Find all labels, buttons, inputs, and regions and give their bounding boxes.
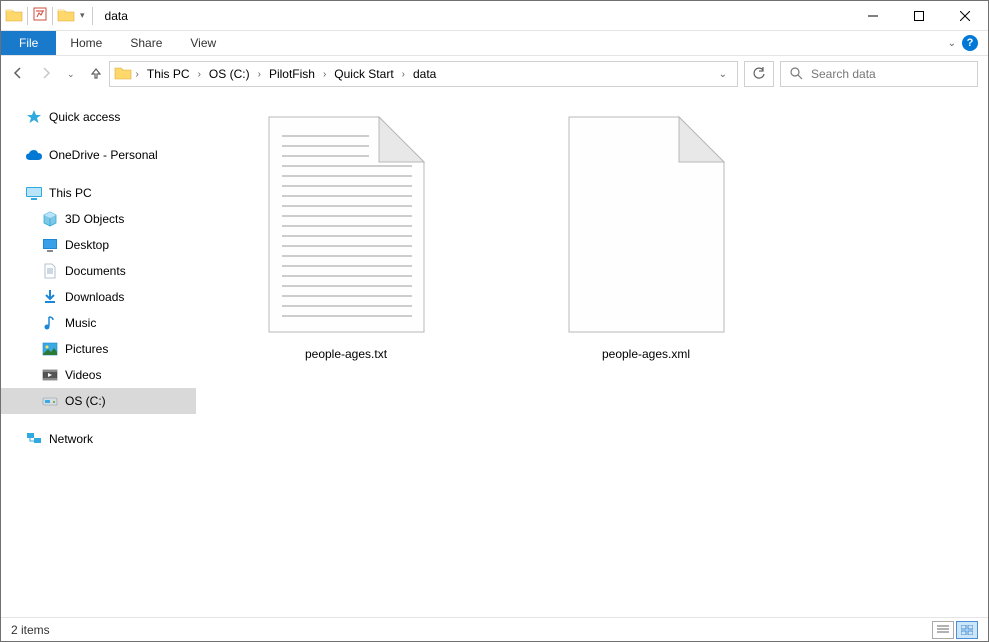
address-bar[interactable]: › This PC › OS (C:) › PilotFish › Quick …: [109, 61, 738, 87]
search-icon: [789, 66, 803, 83]
folder-icon[interactable]: [5, 7, 23, 25]
desktop-icon: [41, 236, 59, 254]
navigation-pane: Quick access OneDrive - Personal This PC…: [1, 92, 196, 617]
xml-file-icon: [564, 112, 729, 337]
up-button[interactable]: [89, 66, 103, 83]
sidebar-item-label: OneDrive - Personal: [49, 148, 158, 162]
window-title: data: [105, 9, 850, 23]
title-bar: ▾ data: [1, 1, 988, 31]
file-view[interactable]: people-ages.txt people-ages.xml: [196, 92, 988, 617]
sidebar-item-label: Pictures: [65, 342, 108, 356]
sidebar-item-label: This PC: [49, 186, 92, 200]
sidebar-item-label: Desktop: [65, 238, 109, 252]
close-button[interactable]: [942, 1, 988, 30]
tab-view[interactable]: View: [176, 31, 230, 55]
back-button[interactable]: [11, 66, 25, 83]
video-icon: [41, 366, 59, 384]
sidebar-documents[interactable]: Documents: [1, 258, 196, 284]
address-dropdown-icon[interactable]: ⌄: [713, 69, 733, 80]
document-icon: [41, 262, 59, 280]
cloud-icon: [25, 146, 43, 164]
music-icon: [41, 314, 59, 332]
quick-access-toolbar: ▾: [1, 6, 99, 25]
network-icon: [25, 430, 43, 448]
txt-file-icon: [264, 112, 429, 337]
sidebar-os-drive[interactable]: OS (C:): [1, 388, 196, 414]
drive-icon: [41, 392, 59, 410]
address-row: ⌄ › This PC › OS (C:) › PilotFish › Quic…: [1, 56, 988, 92]
sidebar-item-label: Quick access: [49, 110, 120, 124]
tab-home[interactable]: Home: [56, 31, 116, 55]
sidebar-item-label: Documents: [65, 264, 126, 278]
sidebar-item-label: Music: [65, 316, 96, 330]
search-box[interactable]: [780, 61, 978, 87]
file-txt[interactable]: people-ages.txt: [226, 112, 466, 361]
breadcrumb[interactable]: PilotFish: [265, 67, 319, 81]
picture-icon: [41, 340, 59, 358]
minimize-button[interactable]: [850, 1, 896, 30]
sidebar-item-label: Videos: [65, 368, 101, 382]
sidebar-onedrive[interactable]: OneDrive - Personal: [1, 142, 196, 168]
breadcrumb[interactable]: data: [409, 67, 440, 81]
sidebar-videos[interactable]: Videos: [1, 362, 196, 388]
tab-share[interactable]: Share: [116, 31, 176, 55]
window-controls: [850, 1, 988, 30]
chevron-right-icon[interactable]: ›: [400, 69, 407, 80]
help-icon[interactable]: ?: [962, 35, 978, 51]
sidebar-network[interactable]: Network: [1, 426, 196, 452]
forward-button[interactable]: [39, 66, 53, 83]
sidebar-item-label: 3D Objects: [65, 212, 124, 226]
ribbon: File Home Share View ⌄ ?: [1, 31, 988, 56]
file-label: people-ages.xml: [602, 347, 690, 361]
file-label: people-ages.txt: [305, 347, 387, 361]
qat-dropdown-icon[interactable]: ▾: [77, 10, 88, 21]
ribbon-expand-icon[interactable]: ⌄: [948, 38, 956, 49]
chevron-right-icon[interactable]: ›: [196, 69, 203, 80]
sidebar-item-label: OS (C:): [65, 394, 106, 408]
breadcrumb[interactable]: This PC: [143, 67, 194, 81]
sidebar-quick-access[interactable]: Quick access: [1, 104, 196, 130]
chevron-right-icon[interactable]: ›: [134, 69, 141, 80]
thumbnails-view-button[interactable]: [956, 621, 978, 639]
breadcrumb[interactable]: Quick Start: [330, 67, 397, 81]
sidebar-item-label: Network: [49, 432, 93, 446]
recent-dropdown-icon[interactable]: ⌄: [67, 69, 75, 80]
chevron-right-icon[interactable]: ›: [256, 69, 263, 80]
refresh-button[interactable]: [744, 61, 774, 87]
star-icon: [25, 108, 43, 126]
pc-icon: [25, 184, 43, 202]
sidebar-pictures[interactable]: Pictures: [1, 336, 196, 362]
sidebar-music[interactable]: Music: [1, 310, 196, 336]
maximize-button[interactable]: [896, 1, 942, 30]
status-text: 2 items: [11, 623, 50, 637]
properties-icon[interactable]: [32, 6, 48, 25]
download-icon: [41, 288, 59, 306]
details-view-button[interactable]: [932, 621, 954, 639]
file-menu[interactable]: File: [1, 31, 56, 55]
file-xml[interactable]: people-ages.xml: [526, 112, 766, 361]
sidebar-downloads[interactable]: Downloads: [1, 284, 196, 310]
chevron-right-icon[interactable]: ›: [321, 69, 328, 80]
folder-icon[interactable]: [57, 7, 75, 25]
sidebar-this-pc[interactable]: This PC: [1, 180, 196, 206]
search-input[interactable]: [811, 67, 969, 81]
sidebar-item-label: Downloads: [65, 290, 124, 304]
folder-icon: [114, 65, 132, 83]
cube-icon: [41, 210, 59, 228]
breadcrumb[interactable]: OS (C:): [205, 67, 254, 81]
sidebar-desktop[interactable]: Desktop: [1, 232, 196, 258]
sidebar-3d-objects[interactable]: 3D Objects: [1, 206, 196, 232]
status-bar: 2 items: [1, 617, 988, 641]
